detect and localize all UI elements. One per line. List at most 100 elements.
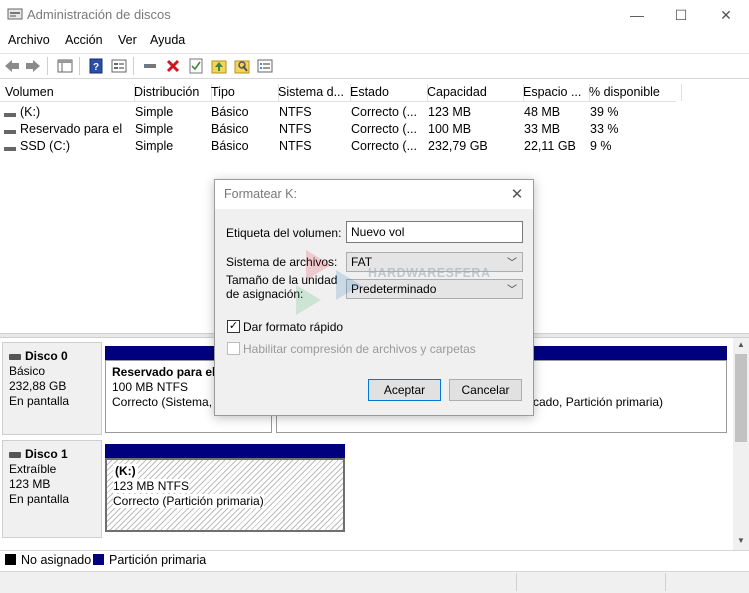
table-cell: Básico [211, 139, 249, 153]
dialog-close-button[interactable]: ✕ [505, 183, 529, 205]
scroll-up-icon[interactable]: ▲ [735, 340, 747, 352]
toolbar-separator [79, 57, 80, 75]
disk-name: Disco 1 [25, 447, 68, 461]
chevron-down-icon: ﹀ [507, 285, 517, 296]
check-icon[interactable] [187, 57, 205, 75]
toolbar-separator [133, 57, 134, 75]
chevron-down-icon: ﹀ [507, 258, 517, 269]
status-divider [516, 573, 517, 591]
table-cell: NTFS [279, 105, 312, 119]
folder-icon[interactable] [233, 57, 251, 75]
disk-name: Disco 0 [25, 349, 68, 363]
disk-name-row: Disco 0 [9, 349, 101, 364]
table-cell: Correcto (... [351, 122, 417, 136]
connect-icon[interactable] [141, 57, 159, 75]
help-icon[interactable]: ? [87, 57, 105, 75]
minimize-button[interactable]: — [614, 0, 660, 30]
table-cell[interactable]: SSD (C:) [20, 139, 126, 153]
quick-format-label[interactable]: Dar formato rápido [243, 321, 343, 334]
disk-type: Básico [9, 364, 46, 378]
close-icon: ✕ [510, 186, 524, 203]
partition-title: (K:) [113, 464, 138, 479]
compression-checkbox[interactable] [227, 342, 240, 355]
maximize-button[interactable]: ☐ [658, 0, 704, 30]
disk-status: En pantalla [9, 394, 70, 408]
partition-status: Correcto (Partición primaria) [113, 494, 264, 508]
disk-0-label[interactable]: Disco 0 Básico 232,88 GB En pantalla [2, 342, 102, 435]
close-icon: ✕ [720, 6, 732, 23]
cancel-button[interactable]: Cancelar [449, 379, 522, 401]
table-cell: 33 % [590, 122, 619, 136]
partition-bar [105, 444, 345, 458]
quick-format-checkbox[interactable]: ✓ [227, 320, 240, 333]
table-cell: Simple [135, 122, 174, 136]
column-header-volumen[interactable]: Volumen [0, 84, 135, 101]
table-cell: Simple [135, 139, 174, 153]
header-divider [0, 101, 676, 102]
column-header-estado[interactable]: Estado [345, 84, 428, 101]
table-cell: 39 % [590, 105, 619, 119]
status-divider [665, 573, 666, 591]
accept-button[interactable]: Aceptar [368, 379, 441, 401]
partition-status: cado, Partición primaria) [533, 395, 664, 409]
volume-icon [4, 125, 16, 139]
column-header-sistema[interactable]: Sistema d... [273, 84, 351, 101]
menu-ver[interactable]: Ver [118, 33, 137, 47]
legend-label: No asignado [21, 553, 92, 567]
table-cell: Correcto (... [351, 105, 417, 119]
column-header-espacio[interactable]: Espacio ... [518, 84, 590, 101]
legend-swatch-unallocated [5, 554, 16, 565]
import-icon[interactable] [210, 57, 228, 75]
menu-ayuda[interactable]: Ayuda [150, 33, 185, 47]
partition-k[interactable]: (K:) 123 MB NTFS Correcto (Partición pri… [105, 458, 345, 532]
volume-icon [4, 142, 16, 156]
table-cell: 9 % [590, 139, 612, 153]
table-cell: NTFS [279, 122, 312, 136]
disk-size: 232,88 GB [9, 379, 67, 393]
volume-label-label: Etiqueta del volumen: [226, 226, 342, 240]
maximize-icon: ☐ [674, 6, 688, 23]
dialog-title: Formatear K: [224, 187, 297, 201]
window-title: Administración de discos [27, 7, 171, 22]
table-cell: 100 MB [428, 122, 472, 136]
close-button[interactable]: ✕ [703, 0, 749, 30]
disk-type: Extraíble [9, 462, 57, 476]
disk-status: En pantalla [9, 492, 70, 506]
compression-label[interactable]: Habilitar compresión de archivos y carpe… [243, 343, 476, 356]
menu-accion[interactable]: Acción [65, 33, 103, 47]
disk-icon [9, 451, 21, 458]
table-cell: NTFS [279, 139, 312, 153]
properties-icon[interactable] [110, 57, 128, 75]
settings-icon[interactable] [256, 57, 274, 75]
list-view-icon[interactable] [56, 57, 74, 75]
watermark-text: HARDWARESFERA [368, 266, 491, 280]
column-header-disponible[interactable]: % disponible [584, 84, 682, 101]
table-cell: 232,79 GB [428, 139, 488, 153]
table-cell: 48 MB [524, 105, 561, 119]
table-cell: 22,11 GB [524, 139, 576, 153]
table-cell: Básico [211, 122, 249, 136]
menu-archivo[interactable]: Archivo [8, 33, 50, 47]
back-icon[interactable] [3, 57, 21, 75]
legend-label: Partición primaria [109, 553, 207, 567]
table-cell: Correcto (... [351, 139, 417, 153]
status-bar [0, 571, 749, 593]
column-header-capacidad[interactable]: Capacidad [422, 84, 524, 101]
menu-bar [0, 30, 749, 52]
volume-icon [4, 108, 16, 122]
disk-management-app-icon [7, 7, 23, 21]
column-header-tipo[interactable]: Tipo [206, 84, 279, 101]
column-header-distribucion[interactable]: Distribución [129, 84, 212, 101]
delete-icon[interactable] [164, 57, 182, 75]
disk-icon [9, 353, 21, 360]
disk-name-row: Disco 1 [9, 447, 101, 462]
scrollbar-thumb[interactable] [735, 354, 747, 442]
forward-icon[interactable] [24, 57, 42, 75]
scroll-down-icon[interactable]: ▼ [735, 536, 747, 548]
table-cell: 123 MB [428, 105, 472, 119]
legend-swatch-primary [93, 554, 104, 565]
disk-1-label[interactable]: Disco 1 Extraíble 123 MB En pantalla [2, 440, 102, 538]
table-cell[interactable]: (K:) [20, 105, 126, 119]
table-cell[interactable]: Reservado para el ... [20, 122, 126, 136]
svg-text:?: ? [93, 62, 99, 73]
